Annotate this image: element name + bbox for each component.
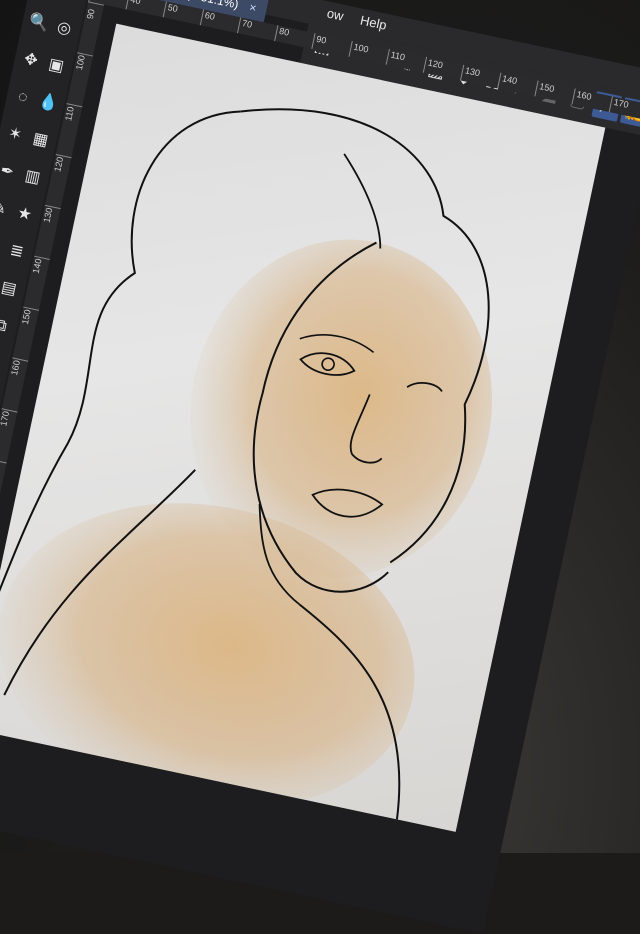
move-icon[interactable]: ✥: [16, 46, 44, 74]
layers-stack-icon[interactable]: ≣: [2, 238, 30, 266]
portrait-artwork: [0, 108, 493, 820]
ruler-tick-label: 160: [9, 357, 29, 376]
ruler-tick-label: 100: [348, 41, 370, 61]
layer-property-icon[interactable]: ▣: [42, 52, 70, 80]
ruler-tick-label: 150: [534, 80, 556, 100]
zoom-icon[interactable]: 🔍: [24, 9, 52, 37]
ruler-tick-label: 50: [162, 1, 179, 20]
film-icon[interactable]: ▥: [18, 163, 46, 191]
ruler-tick-label: 110: [385, 48, 406, 69]
hand-icon[interactable]: ✋: [32, 0, 60, 1]
part-line: [343, 153, 382, 249]
layer-icon[interactable]: ⧉: [0, 312, 15, 340]
ruler-tick-label: 40: [125, 0, 142, 12]
ruler-tick-label: 170: [0, 408, 18, 427]
navigator-icon[interactable]: ◎: [50, 15, 78, 43]
ruler-tick-label: 170: [608, 96, 630, 116]
magic-wand-icon[interactable]: ✶: [1, 121, 29, 149]
ruler-tick-label: 90: [85, 1, 104, 20]
drawing-canvas[interactable]: [0, 23, 606, 832]
ruler-tick-label: 120: [422, 56, 444, 77]
ruler-tick-label: 140: [31, 255, 50, 274]
ruler-tick-label: 70: [236, 17, 254, 36]
ruler-tick-label: 150: [20, 306, 40, 325]
ruler-tick-label: 140: [497, 72, 519, 93]
ruler-tick-label: 120: [52, 153, 72, 173]
close-icon[interactable]: ×: [248, 0, 258, 15]
ruler-tick-label: 60: [199, 9, 216, 28]
panel-icon[interactable]: ▤: [0, 275, 23, 303]
ruler-tick-label: 100: [74, 52, 94, 71]
rotate-icon[interactable]: ⟳: [58, 0, 86, 6]
lasso-icon[interactable]: ◌: [9, 84, 37, 112]
ruler-tick-label: 180: [0, 459, 7, 478]
ruler-tick-label: 130: [42, 204, 61, 224]
menu-window[interactable]: ow: [326, 5, 345, 23]
ruler-tick-label: 130: [459, 64, 481, 85]
menu-help[interactable]: Help: [359, 13, 388, 33]
ruler-tick-label: 160: [571, 88, 593, 108]
ruler-tick-label: 80: [274, 25, 291, 44]
ruler-tick-label: 110: [63, 103, 83, 122]
drops-icon[interactable]: 💧: [34, 89, 62, 117]
grid-icon[interactable]: ▦: [26, 126, 54, 154]
ruler-tick-label: 90: [311, 33, 328, 52]
star-folder-icon[interactable]: ★: [10, 201, 38, 229]
